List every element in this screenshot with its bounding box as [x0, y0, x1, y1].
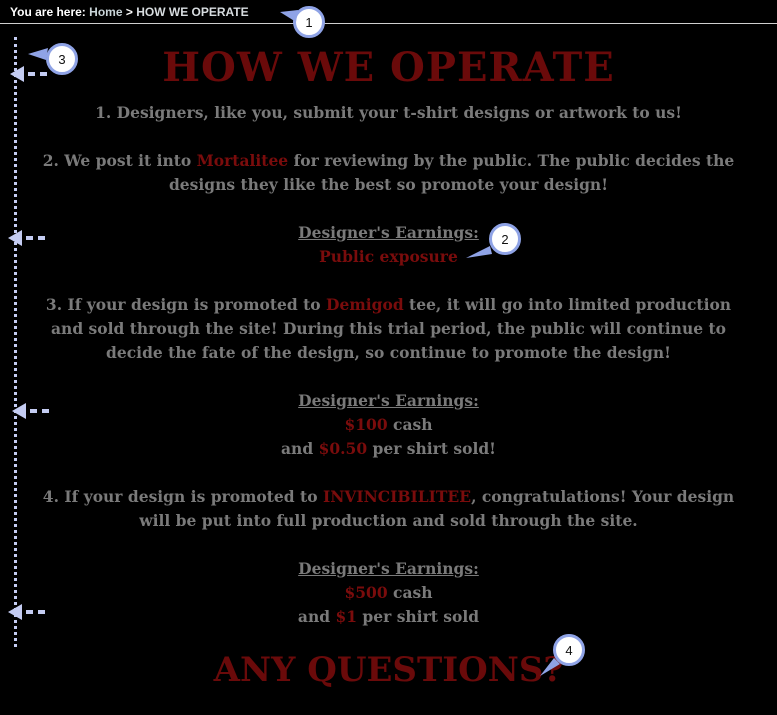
breadcrumb-bar: You are here: Home > HOW WE OPERATE — [0, 0, 777, 24]
callout-tail — [540, 658, 560, 676]
step-4: 4. If your design is promoted to INVINCI… — [42, 487, 735, 530]
earnings-heading-2: Designer's Earnings: — [298, 391, 479, 410]
step-3: 3. If your design is promoted to Demigod… — [45, 295, 732, 362]
page-title: HOW WE OPERATE — [162, 44, 615, 91]
breadcrumb-separator: > — [125, 5, 133, 19]
breadcrumb-home-link[interactable]: Home — [89, 5, 122, 19]
any-questions-heading: ANY QUESTIONS? — [213, 650, 564, 690]
earnings-cash-2: $100 cash — [344, 415, 433, 434]
step-2: 2. We post it into Mortalitee for review… — [42, 151, 735, 194]
earnings-per-shirt-2: and $0.50 per shirt sold! — [281, 439, 496, 458]
earnings-heading-1: Designer's Earnings: — [298, 223, 479, 242]
earnings-per-shirt-3: and $1 per shirt sold — [297, 607, 480, 626]
callout-tail — [280, 10, 298, 22]
dotted-guide-line — [14, 37, 17, 647]
mortalitee-label: Mortalitee — [196, 151, 289, 170]
breadcrumb: You are here: Home > HOW WE OPERATE — [10, 5, 249, 19]
main-content: 1. Designers, like you, submit your t-sh… — [30, 101, 747, 629]
earnings-cash-3: $500 cash — [344, 583, 433, 602]
earnings-heading-3: Designer's Earnings: — [298, 559, 479, 578]
earnings-public-exposure: Public exposure — [319, 247, 458, 266]
step-1: 1. Designers, like you, submit your t-sh… — [95, 103, 682, 122]
invincibilitee-label: INVINCIBILITEE — [322, 487, 472, 506]
breadcrumb-prefix: You are here: — [10, 5, 86, 19]
callout-tail — [466, 246, 492, 258]
breadcrumb-current: HOW WE OPERATE — [136, 5, 249, 19]
demigod-label: Demigod — [326, 295, 404, 314]
